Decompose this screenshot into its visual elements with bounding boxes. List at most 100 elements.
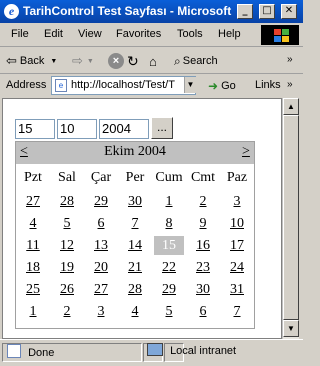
status-text: Done xyxy=(28,347,55,359)
vertical-scrollbar[interactable]: ▲ ▼ xyxy=(282,98,299,339)
calendar-day[interactable]: 28 xyxy=(120,280,150,299)
status-panel: Done xyxy=(2,343,142,362)
calendar-day[interactable]: 6 xyxy=(86,214,116,233)
weekday-header: Çar xyxy=(90,170,112,185)
address-label: Address xyxy=(6,79,47,91)
calendar-day[interactable]: 9 xyxy=(188,214,218,233)
menu-file[interactable]: File xyxy=(11,28,29,40)
calendar-day[interactable]: 29 xyxy=(154,280,184,299)
calendar-day[interactable]: 4 xyxy=(120,302,150,321)
calendar-day[interactable]: 24 xyxy=(222,258,252,277)
calendar-day[interactable]: 7 xyxy=(222,302,252,321)
calendar-day[interactable]: 3 xyxy=(86,302,116,321)
scroll-thumb[interactable] xyxy=(283,115,299,320)
calendar-day[interactable]: 27 xyxy=(18,192,48,211)
stop-button[interactable]: × xyxy=(108,51,124,71)
back-arrow-icon: ⇦ xyxy=(6,53,17,68)
calendar-day[interactable]: 6 xyxy=(188,302,218,321)
weekday-header: Per xyxy=(125,170,145,185)
month-input[interactable]: 10 xyxy=(57,119,97,139)
calendar-day[interactable]: 18 xyxy=(18,258,48,277)
menu-help[interactable]: Help xyxy=(218,28,241,40)
links-label[interactable]: Links xyxy=(255,79,281,91)
refresh-button[interactable]: ↻ xyxy=(127,51,139,71)
forward-button[interactable]: ⇨ ▼ xyxy=(72,51,94,71)
calendar-day[interactable]: 4 xyxy=(18,214,48,233)
calendar-day[interactable]: 5 xyxy=(154,302,184,321)
calendar-day[interactable]: 26 xyxy=(52,280,82,299)
back-button[interactable]: ⇦ Back ▼ xyxy=(6,51,57,71)
menu-bar: File Edit View Favorites Tools Help xyxy=(0,23,303,47)
menu-tools[interactable]: Tools xyxy=(177,28,203,40)
address-url: http://localhost/Test/T xyxy=(71,79,175,91)
calendar-day[interactable]: 28 xyxy=(52,192,82,211)
weekday-header: Paz xyxy=(226,170,248,185)
calendar-day[interactable]: 16 xyxy=(188,236,218,255)
scroll-up-icon[interactable]: ▲ xyxy=(283,98,299,115)
windows-logo xyxy=(261,25,299,45)
intranet-icon xyxy=(147,343,163,356)
scroll-down-icon[interactable]: ▼ xyxy=(283,320,299,337)
calendar-day[interactable]: 11 xyxy=(18,236,48,255)
menu-edit[interactable]: Edit xyxy=(44,28,63,40)
zone-text: Local intranet xyxy=(170,345,237,357)
calendar-day[interactable]: 17 xyxy=(222,236,252,255)
year-input[interactable]: 2004 xyxy=(99,119,149,139)
calendar-day[interactable]: 8 xyxy=(154,214,184,233)
calendar-day[interactable]: 14 xyxy=(120,236,150,255)
minimize-button[interactable]: _ xyxy=(237,4,253,19)
calendar-day[interactable]: 7 xyxy=(120,214,150,233)
home-button[interactable]: ⌂ xyxy=(149,51,157,71)
calendar-day[interactable]: 27 xyxy=(86,280,116,299)
menu-view[interactable]: View xyxy=(78,28,102,40)
menu-favorites[interactable]: Favorites xyxy=(116,28,161,40)
window-title: TarihControl Test Sayfası - Microsoft ..… xyxy=(23,4,235,18)
search-button[interactable]: ⌕ Search xyxy=(174,51,218,71)
calendar-day[interactable]: 3 xyxy=(222,192,252,211)
calendar: Ekim 2004 < > Pzt Sal Çar Per Cum Cmt Paz 27 28 2… xyxy=(15,141,255,329)
calendar-day[interactable]: 19 xyxy=(52,258,82,277)
calendar-day[interactable]: 5 xyxy=(52,214,82,233)
calendar-day-selected[interactable]: 15 xyxy=(154,236,184,255)
calendar-day[interactable]: 2 xyxy=(52,302,82,321)
next-month-link[interactable]: > xyxy=(242,144,250,160)
maximize-button[interactable]: □ xyxy=(259,4,275,19)
search-icon: ⌕ xyxy=(174,53,181,68)
calendar-day[interactable]: 30 xyxy=(120,192,150,211)
calendar-day[interactable]: 22 xyxy=(154,258,184,277)
calendar-day[interactable]: 10 xyxy=(222,214,252,233)
address-input[interactable]: e http://localhost/Test/T xyxy=(51,76,196,95)
toolbar-overflow-icon[interactable]: » xyxy=(287,54,293,65)
go-arrow-icon: ➜ xyxy=(208,79,219,93)
close-button[interactable]: ✕ xyxy=(281,4,297,19)
weekday-header: Sal xyxy=(58,170,76,185)
date-picker-button[interactable]: ... xyxy=(151,117,173,139)
weekday-header: Cum xyxy=(155,170,183,185)
calendar-day[interactable]: 30 xyxy=(188,280,218,299)
go-button[interactable]: ➜ Go xyxy=(208,76,236,96)
calendar-day[interactable]: 1 xyxy=(154,192,184,211)
ie-icon: e xyxy=(4,4,19,19)
chevron-down-icon: ▼ xyxy=(86,57,94,65)
calendar-day[interactable]: 31 xyxy=(222,280,252,299)
calendar-day[interactable]: 23 xyxy=(188,258,218,277)
calendar-day[interactable]: 25 xyxy=(18,280,48,299)
weekday-header: Cmt xyxy=(190,170,216,185)
day-input[interactable]: 15 xyxy=(15,119,55,139)
prev-month-link[interactable]: < xyxy=(20,144,28,160)
weekday-header: Pzt xyxy=(24,170,42,185)
calendar-day[interactable]: 1 xyxy=(18,302,48,321)
page-content: 15 10 2004 ... Ekim 2004 < > Pzt Sal Çar Pe… xyxy=(2,98,282,339)
calendar-day[interactable]: 13 xyxy=(86,236,116,255)
calendar-caption: Ekim 2004 xyxy=(104,144,166,159)
calendar-day[interactable]: 20 xyxy=(86,258,116,277)
links-overflow-icon[interactable]: » xyxy=(287,79,293,90)
calendar-header: Ekim 2004 < > xyxy=(16,142,254,164)
toolbar: ⇦ Back ▼ ⇨ ▼ × ↻ ⌂ ⌕ Search » xyxy=(0,48,303,74)
done-page-icon xyxy=(7,344,21,358)
calendar-day[interactable]: 29 xyxy=(86,192,116,211)
address-dropdown-icon[interactable]: ▼ xyxy=(184,77,196,93)
calendar-day[interactable]: 2 xyxy=(188,192,218,211)
calendar-day[interactable]: 12 xyxy=(52,236,82,255)
calendar-day[interactable]: 21 xyxy=(120,258,150,277)
